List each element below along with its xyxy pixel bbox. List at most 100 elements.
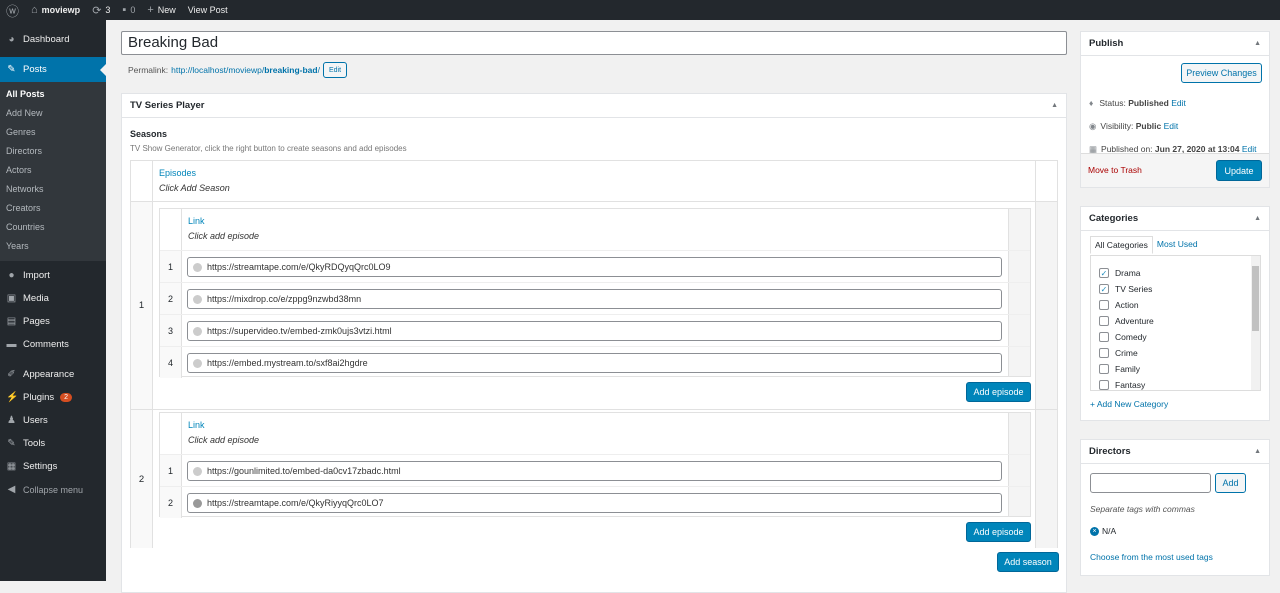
update-button[interactable]: Update — [1216, 160, 1262, 181]
add-new-category-link[interactable]: + Add New Category — [1090, 399, 1168, 409]
status-edit-link[interactable]: Edit — [1171, 98, 1186, 108]
checkbox[interactable] — [1099, 364, 1109, 374]
director-tag-input[interactable] — [1090, 473, 1211, 493]
episode-number[interactable]: 1 — [160, 455, 182, 486]
publish-header[interactable]: Publish ▲ — [1081, 32, 1269, 56]
plugin-icon: ⚡ — [6, 392, 19, 403]
tab-most-used[interactable]: Most Used — [1153, 236, 1202, 254]
category-item[interactable]: Crime — [1099, 345, 1260, 361]
preview-changes-button[interactable]: Preview Changes — [1181, 63, 1262, 83]
menu-appearance[interactable]: ✐ Appearance — [0, 363, 106, 386]
episode-number[interactable]: 2 — [160, 487, 182, 518]
menu-import[interactable]: ● Import — [0, 264, 106, 287]
submenu-add-new[interactable]: Add New — [0, 104, 106, 123]
episode-link-input[interactable]: https://supervideo.tv/embed-zmk0ujs3vtzi… — [187, 321, 1002, 341]
collapse-arrow-icon[interactable]: ▲ — [1254, 40, 1261, 47]
submenu-genres[interactable]: Genres — [0, 123, 106, 142]
wordpress-logo-icon[interactable]: ⓦ — [6, 1, 19, 20]
category-item[interactable]: Family — [1099, 361, 1260, 377]
episode-number[interactable]: 1 — [160, 251, 182, 282]
categories-header[interactable]: Categories ▲ — [1081, 207, 1269, 231]
directors-header[interactable]: Directors ▲ — [1081, 440, 1269, 464]
menu-media[interactable]: ▣ Media — [0, 287, 106, 310]
tv-series-player-metabox: TV Series Player ▲ Seasons TV Show Genera… — [121, 93, 1067, 593]
collapse-arrow-icon[interactable]: ▲ — [1051, 102, 1058, 109]
category-item[interactable]: ✓ TV Series — [1099, 281, 1260, 297]
users-icon: ♟ — [7, 415, 16, 426]
pin-icon: ♦ — [1089, 98, 1094, 108]
metabox-header[interactable]: TV Series Player ▲ — [122, 94, 1066, 118]
checkbox[interactable] — [1099, 316, 1109, 326]
brush-icon: ✐ — [7, 369, 16, 380]
category-item[interactable]: Comedy — [1099, 329, 1260, 345]
episodes-label: Episodes — [159, 168, 197, 178]
refresh-icon: ⟳ — [92, 4, 102, 17]
menu-plugins[interactable]: ⚡ Plugins 2 — [0, 386, 106, 409]
import-icon: ● — [8, 270, 15, 281]
publish-metabox: Publish ▲ Preview Changes ♦ Status: Publis… — [1080, 31, 1270, 188]
permalink-edit-button[interactable]: Edit — [322, 62, 347, 78]
move-to-trash-link[interactable]: Move to Trash — [1088, 165, 1142, 175]
comment-icon: ▪ — [122, 4, 127, 16]
menu-settings[interactable]: ▦ Settings — [0, 455, 106, 478]
visibility-edit-link[interactable]: Edit — [1164, 121, 1179, 131]
comments-link[interactable]: ▪ 0 — [122, 4, 135, 16]
submenu-directors[interactable]: Directors — [0, 142, 106, 161]
menu-comments[interactable]: ▬ Comments — [0, 333, 106, 356]
episode-link-input[interactable]: https://streamtape.com/e/QkyRDQyqQrc0LO9 — [187, 257, 1002, 277]
episodes-table: Link Click add episode 1 https://gounlimit… — [159, 412, 1031, 518]
season-number[interactable]: 2 — [131, 410, 153, 548]
globe-icon — [193, 326, 202, 336]
add-season-button[interactable]: Add season — [997, 552, 1059, 572]
choose-most-used-tags-link[interactable]: Choose from the most used tags — [1090, 552, 1213, 562]
add-episode-button[interactable]: Add episode — [966, 382, 1031, 402]
category-scrollbar[interactable] — [1251, 256, 1260, 390]
view-post-link[interactable]: View Post — [188, 5, 228, 15]
media-icon: ▣ — [6, 293, 17, 304]
collapse-arrow-icon[interactable]: ▲ — [1254, 448, 1261, 455]
link-label: Link — [188, 420, 205, 430]
submenu-all-posts[interactable]: All Posts — [0, 85, 106, 104]
remove-tag-icon[interactable]: × — [1090, 526, 1099, 536]
episode-number[interactable]: 4 — [160, 347, 182, 378]
tab-all-categories[interactable]: All Categories — [1090, 236, 1153, 254]
episode-link-input[interactable]: https://streamtape.com/e/QkyRiyyqQrc0LO7 — [187, 493, 1002, 513]
post-title-input[interactable]: Breaking Bad — [121, 31, 1067, 55]
category-item[interactable]: Fantasy — [1099, 377, 1260, 390]
checkbox[interactable] — [1099, 348, 1109, 358]
site-link[interactable]: ⌂ moviewp — [31, 4, 80, 16]
checkbox[interactable] — [1099, 332, 1109, 342]
menu-users[interactable]: ♟ Users — [0, 409, 106, 432]
checkbox-checked[interactable]: ✓ — [1099, 268, 1109, 278]
visibility-row: ◉ Visibility: Public Edit — [1089, 121, 1179, 131]
submenu-countries[interactable]: Countries — [0, 218, 106, 237]
season-number[interactable]: 1 — [131, 202, 153, 409]
episode-link-input[interactable]: https://embed.mystream.to/sxf8ai2hgdre — [187, 353, 1002, 373]
episode-link-input[interactable]: https://mixdrop.co/e/zppg9nzwbd38mn — [187, 289, 1002, 309]
menu-posts[interactable]: ✎ Posts — [0, 57, 106, 82]
permalink-link[interactable]: http://localhost/moviewp/breaking-bad/ — [171, 65, 320, 75]
episode-number[interactable]: 3 — [160, 315, 182, 346]
checkbox-checked[interactable]: ✓ — [1099, 284, 1109, 294]
submenu-actors[interactable]: Actors — [0, 161, 106, 180]
submenu-networks[interactable]: Networks — [0, 180, 106, 199]
submenu-years[interactable]: Years — [0, 237, 106, 256]
episode-link-input[interactable]: https://gounlimited.to/embed-da0cv17zbad… — [187, 461, 1002, 481]
checkbox[interactable] — [1099, 300, 1109, 310]
checkbox[interactable] — [1099, 380, 1109, 390]
collapse-arrow-icon[interactable]: ▲ — [1254, 215, 1261, 222]
category-item[interactable]: Adventure — [1099, 313, 1260, 329]
new-link[interactable]: + New — [147, 4, 175, 16]
collapse-menu[interactable]: ◀ Collapse menu — [0, 478, 106, 501]
submenu-creators[interactable]: Creators — [0, 199, 106, 218]
menu-pages[interactable]: ▤ Pages — [0, 310, 106, 333]
episode-number[interactable]: 2 — [160, 283, 182, 314]
category-item[interactable]: Action — [1099, 297, 1260, 313]
updates-link[interactable]: ⟳ 3 — [92, 4, 110, 17]
plugins-update-badge: 2 — [60, 393, 73, 402]
category-item[interactable]: ✓ Drama — [1099, 265, 1260, 281]
menu-tools[interactable]: ✎ Tools — [0, 432, 106, 455]
menu-dashboard[interactable]: ◕ Dashboard — [0, 28, 106, 51]
add-episode-button[interactable]: Add episode — [966, 522, 1031, 542]
add-director-button[interactable]: Add — [1215, 473, 1246, 493]
